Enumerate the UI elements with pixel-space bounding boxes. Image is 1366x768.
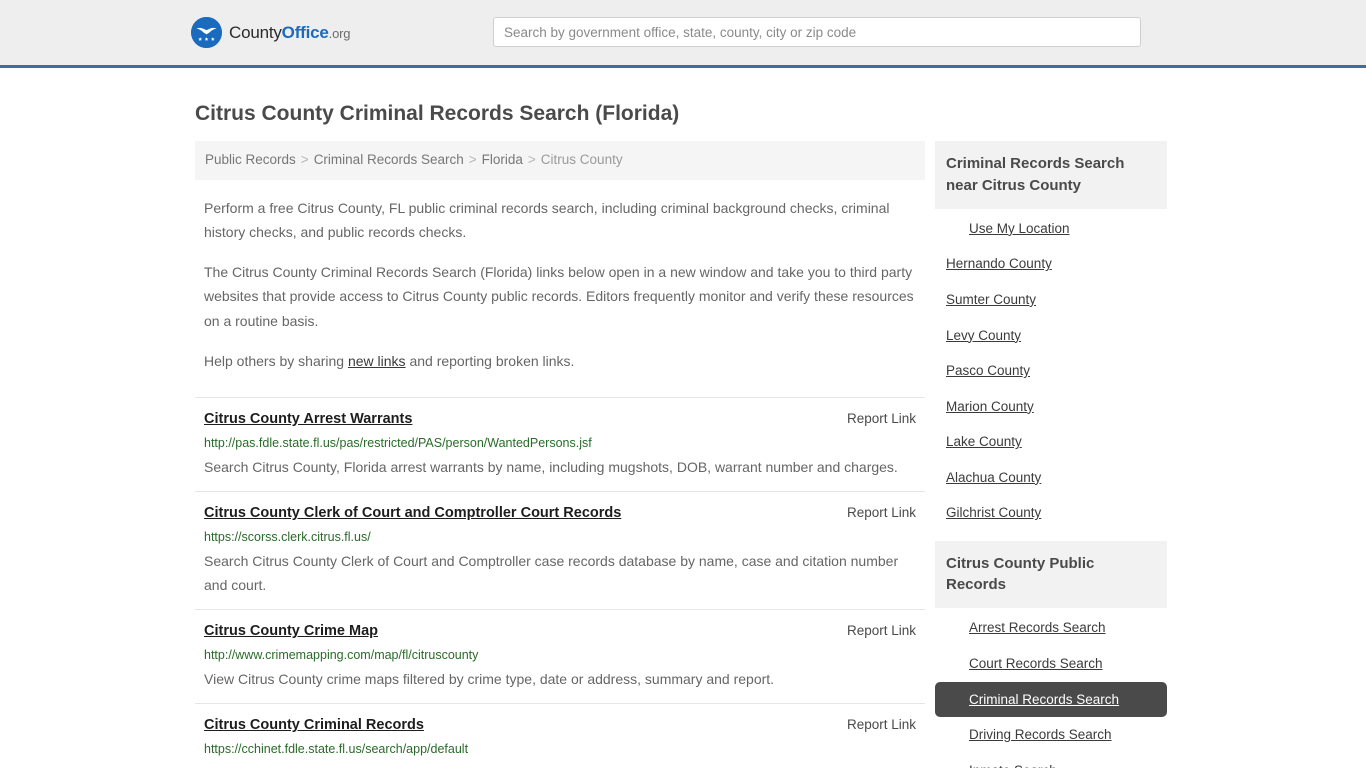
result-header: Citrus County Arrest Warrants Report Lin… (204, 409, 916, 430)
result-item: Citrus County Clerk of Court and Comptro… (195, 490, 925, 609)
intro-paragraph-2: The Citrus County Criminal Records Searc… (204, 264, 914, 329)
sidebar-item-criminal-records-search[interactable]: Criminal Records Search (935, 681, 1167, 718)
result-item: Citrus County Arrest Warrants Report Lin… (195, 396, 925, 491)
result-header: Citrus County Clerk of Court and Comptro… (204, 503, 916, 524)
result-url: http://www.crimemapping.com/map/fl/citru… (204, 648, 479, 663)
sidebar-item-arrest-records-search[interactable]: Arrest Records Search (935, 610, 1167, 646)
logo-text-org: .org (328, 25, 351, 41)
intro-paragraph-3-after: and reporting broken links. (405, 352, 575, 369)
sidebar-panel-nearby-heading: Criminal Records Search near Citrus Coun… (935, 141, 1167, 209)
breadcrumb-item-citrus-county: Citrus County (540, 152, 623, 168)
result-description: View Citrus County crime maps filtered b… (204, 671, 775, 688)
sidebar-item-gilchrist-county[interactable]: Gilchrist County (935, 495, 1167, 531)
two-column-layout: Public Records > Criminal Records Search > F… (195, 141, 1171, 768)
result-url: https://cchinet.fdle.state.fl.us/search/… (204, 742, 469, 757)
site-logo[interactable]: CountyOffice.org (191, 17, 350, 48)
logo-text-office: Office (281, 22, 329, 42)
logo-text-county: County (229, 22, 282, 42)
sidebar-panel-public-records-heading: Citrus County Public Records (935, 540, 1167, 609)
result-url: https://scorss.clerk.citrus.fl.us/ (204, 529, 371, 544)
logo-wordmark: CountyOffice.org (229, 23, 350, 43)
breadcrumb-item-public-records[interactable]: Public Records (205, 152, 296, 167)
sidebar-item-hernando-county[interactable]: Hernando County (935, 246, 1167, 282)
sidebar-item-inmate-search[interactable]: Inmate Search (935, 753, 1167, 768)
content-container: Citrus County Criminal Records Search (F… (195, 88, 1171, 768)
intro-paragraph-3: Help others by sharing new links and rep… (195, 349, 925, 373)
intro-paragraph-1: Perform a free Citrus County, FL public … (204, 200, 890, 241)
breadcrumb-separator: > (300, 152, 309, 168)
result-title-link[interactable]: Citrus County Clerk of Court and Comptro… (204, 503, 621, 524)
results-list: Citrus County Arrest Warrants Report Lin… (195, 396, 925, 768)
sidebar-item-alachua-county[interactable]: Alachua County (935, 460, 1167, 496)
report-link-button[interactable]: Report Link (847, 621, 916, 641)
sidebar-item-court-records-search[interactable]: Court Records Search (935, 646, 1167, 682)
eagle-stars-shield-icon (191, 17, 222, 48)
result-header: Citrus County Criminal Records Report Li… (204, 715, 916, 736)
breadcrumb-item-florida[interactable]: Florida (482, 152, 523, 167)
page-title: Citrus County Criminal Records Search (F… (195, 102, 680, 125)
result-item: Citrus County Criminal Records Report Li… (195, 703, 925, 768)
breadcrumb-separator: > (468, 152, 477, 168)
sidebar-item-driving-records-search[interactable]: Driving Records Search (935, 717, 1167, 753)
report-link-button[interactable]: Report Link (847, 503, 916, 523)
sidebar-panel-nearby: Criminal Records Search near Citrus Coun… (935, 141, 1167, 531)
breadcrumb-item-criminal-records-search[interactable]: Criminal Records Search (314, 152, 464, 167)
sidebar-item-pasco-county[interactable]: Pasco County (935, 353, 1167, 389)
breadcrumb: Public Records > Criminal Records Search > F… (195, 141, 925, 181)
main-column: Public Records > Criminal Records Search > F… (195, 141, 925, 768)
sidebar-item-levy-county[interactable]: Levy County (935, 318, 1167, 354)
result-description: Find Citrus County, Florida criminal rec… (204, 762, 916, 768)
site-header: CountyOffice.org (0, 0, 1366, 68)
breadcrumb-separator: > (527, 152, 536, 168)
sidebar: Criminal Records Search near Citrus Coun… (935, 141, 1167, 768)
result-title-link[interactable]: Citrus County Arrest Warrants (204, 409, 412, 430)
sidebar-item-lake-county[interactable]: Lake County (935, 424, 1167, 460)
result-item: Citrus County Crime Map Report Link http… (195, 609, 925, 703)
sidebar-item-sumter-county[interactable]: Sumter County (935, 282, 1167, 318)
intro-paragraph-3-before: Help others by sharing (204, 352, 348, 369)
report-link-button[interactable]: Report Link (847, 409, 916, 429)
result-description: Search Citrus County, Florida arrest war… (204, 458, 898, 475)
search-box[interactable] (493, 17, 1141, 47)
report-link-button[interactable]: Report Link (847, 715, 916, 735)
sidebar-public-records-list: Arrest Records Search Court Records Sear… (935, 610, 1167, 768)
search-input[interactable] (493, 17, 1141, 47)
result-url: http://pas.fdle.state.fl.us/pas/restrict… (204, 435, 592, 450)
sidebar-nearby-list: Use My Location Hernando County Sumter C… (935, 211, 1167, 531)
intro-section: Perform a free Citrus County, FL public … (195, 196, 925, 372)
new-links-link[interactable]: new links (348, 353, 406, 369)
result-title-link[interactable]: Citrus County Crime Map (204, 621, 378, 642)
sidebar-item-marion-county[interactable]: Marion County (935, 389, 1167, 425)
page-body: Citrus County Criminal Records Search (F… (0, 88, 1366, 768)
sidebar-panel-public-records: Citrus County Public Records Arrest Reco… (935, 540, 1167, 768)
result-description: Search Citrus County Clerk of Court and … (204, 553, 899, 594)
result-header: Citrus County Crime Map Report Link (204, 621, 916, 642)
sidebar-item-use-my-location[interactable]: Use My Location (935, 211, 1167, 247)
result-title-link[interactable]: Citrus County Criminal Records (204, 715, 424, 736)
